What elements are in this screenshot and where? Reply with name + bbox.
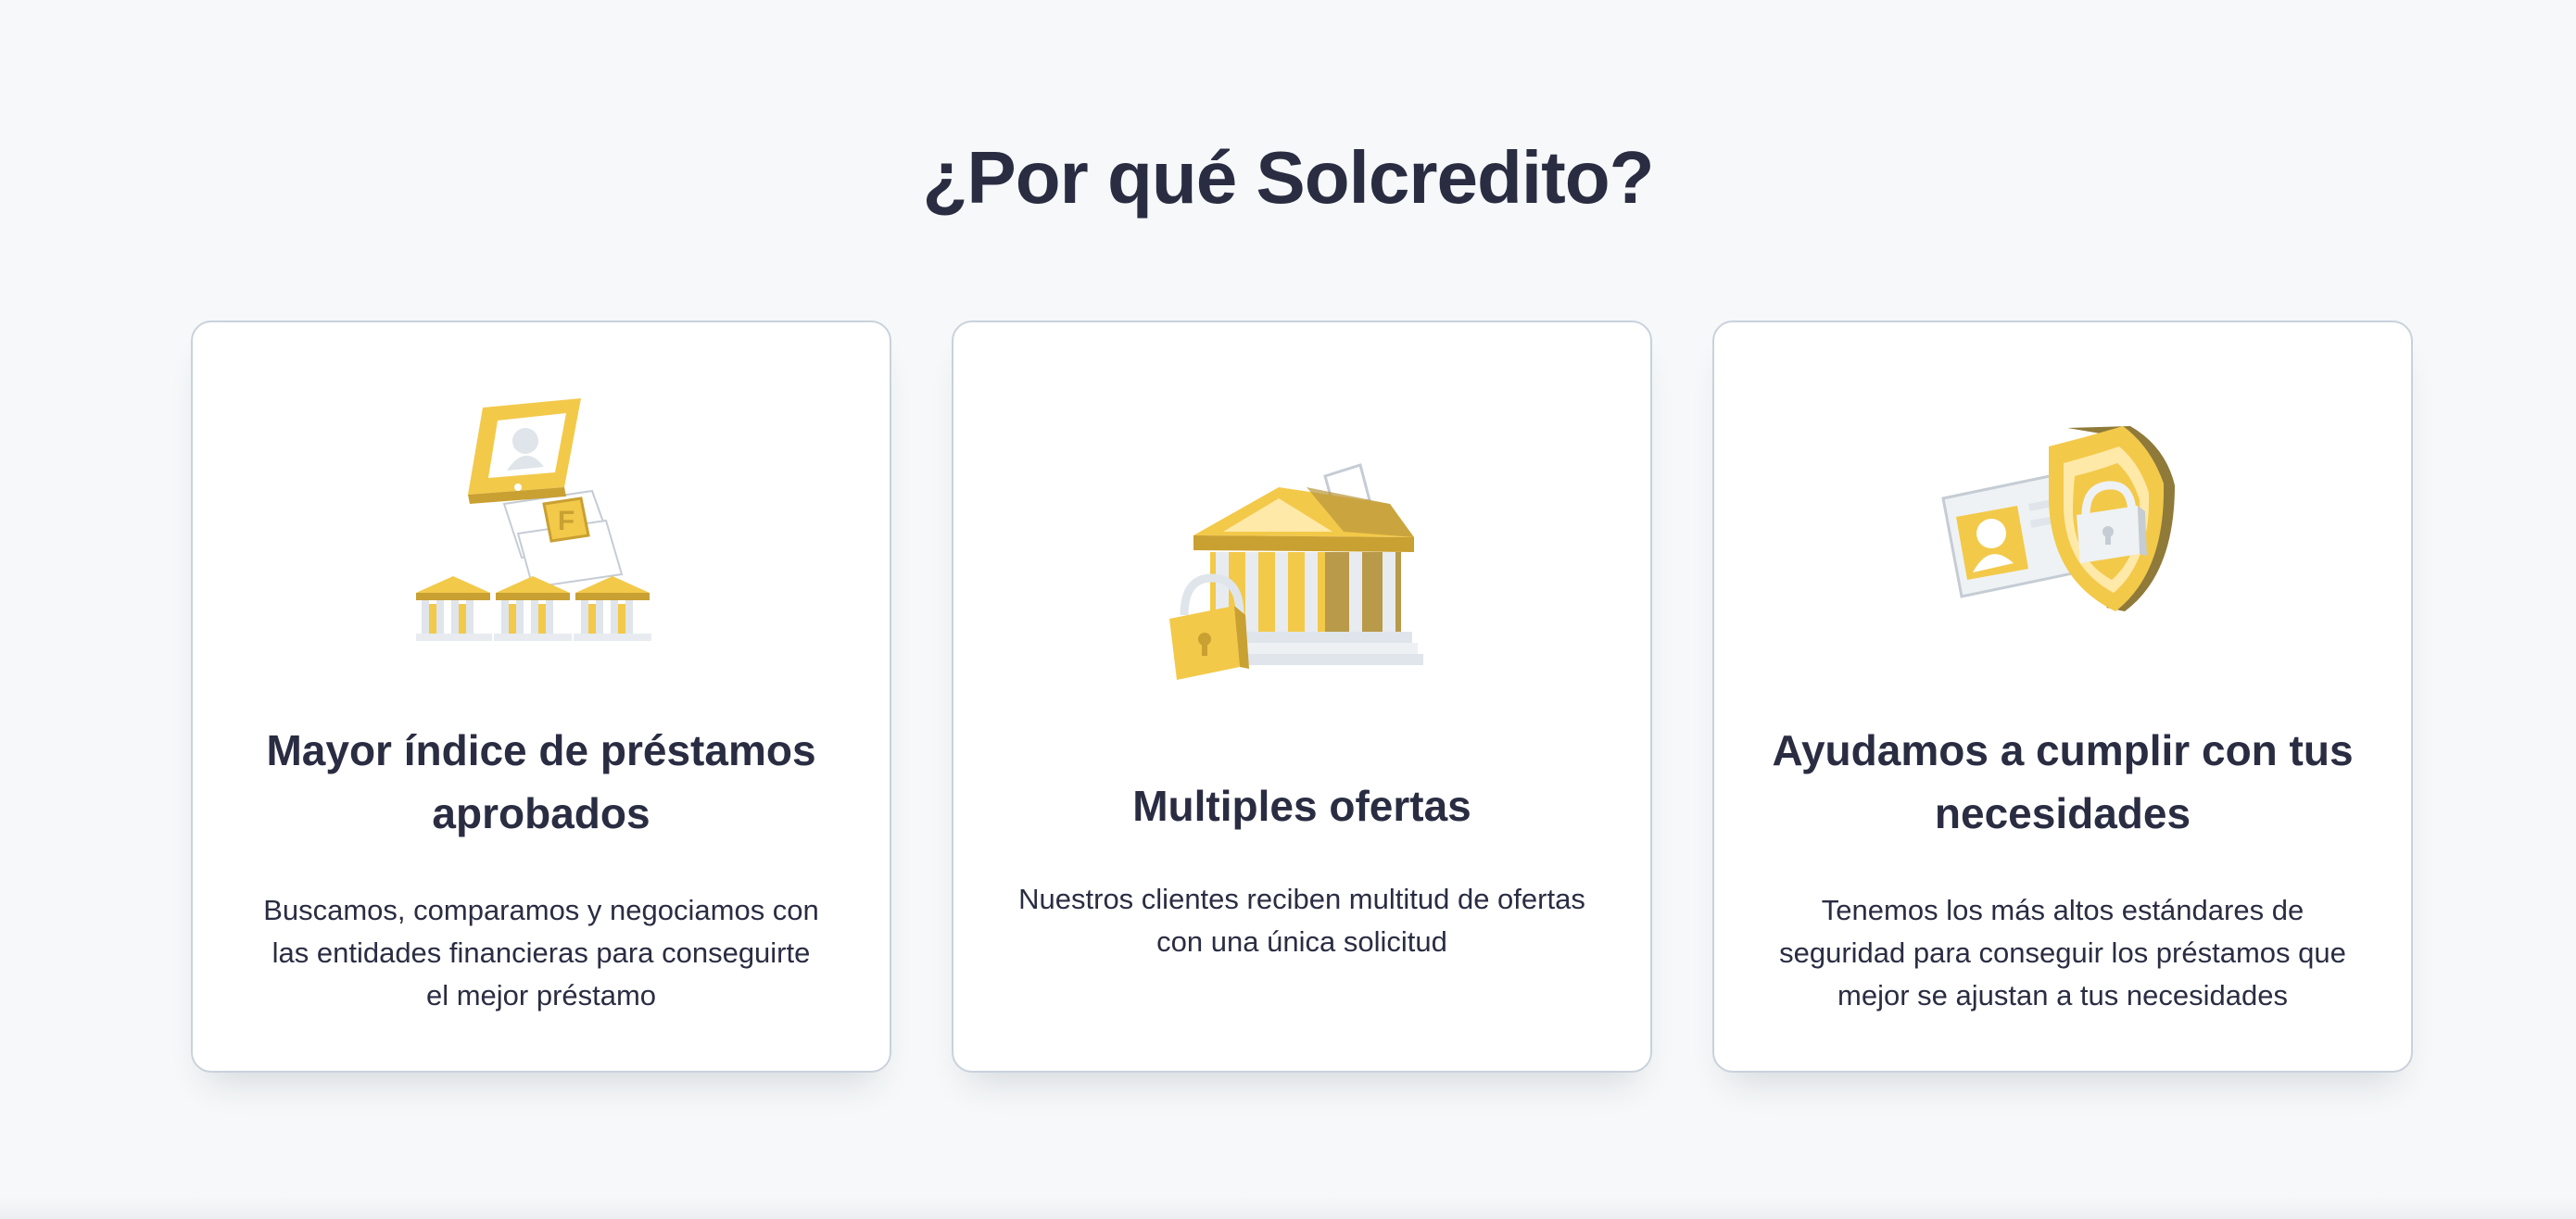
card-title: Mayor índice de préstamos aprobados — [266, 726, 816, 837]
section-title: ¿Por qué Solcredito? — [922, 136, 1655, 219]
card-description: Tenemos los más altos estándares de segu… — [1779, 894, 2346, 1012]
card-title: Ayudamos a cumplir con tus necesidades — [1772, 726, 2354, 837]
id-card-shield-icon — [1714, 415, 2411, 647]
bank-lock-icon — [953, 448, 1650, 698]
phone-banks-icon: F — [193, 395, 890, 645]
feature-card-security: Ayudamos a cumplir con tus necesidades T… — [1712, 320, 2413, 1073]
feature-card-approval: F Mayor índice de préstamos aprobados Bu… — [191, 320, 891, 1073]
svg-text:F: F — [558, 506, 575, 536]
bottom-divider — [0, 1197, 2576, 1219]
card-title: Multiples ofertas — [1132, 782, 1471, 830]
card-description: Nuestros clientes reciben multitud de of… — [1018, 883, 1585, 958]
card-description: Buscamos, comparamos y negociamos con la… — [263, 894, 819, 1012]
feature-card-offers: Multiples ofertas Nuestros clientes reci… — [952, 320, 1652, 1073]
